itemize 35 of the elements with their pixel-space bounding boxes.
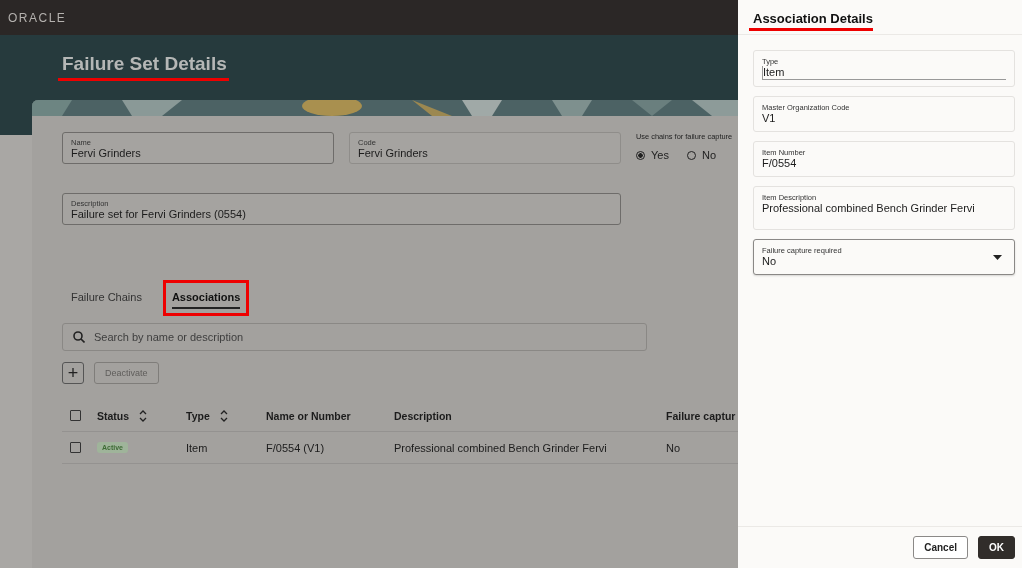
sort-icon — [219, 409, 228, 422]
drawer-title: Association Details — [749, 11, 873, 31]
table-cell: No — [666, 441, 681, 454]
field-value: Fervi Grinders — [358, 147, 429, 160]
column-header[interactable]: Failure captur — [666, 409, 738, 422]
field-value: Fervi Grinders — [71, 147, 142, 160]
radio-button[interactable] — [636, 150, 645, 160]
add-button[interactable]: + — [62, 362, 84, 384]
checkbox[interactable] — [70, 442, 81, 453]
radio-label: Yes — [651, 149, 669, 161]
page-title: Failure Set Details — [58, 53, 229, 81]
field-value: Failure set for Fervi Grinders (0554) — [71, 208, 247, 221]
column-header[interactable]: Type — [186, 409, 266, 422]
tab[interactable]: Associations — [171, 287, 241, 309]
field-value: Item — [762, 66, 1006, 80]
cancel-button[interactable]: Cancel — [913, 536, 968, 559]
table-cell: Item — [186, 441, 208, 454]
table-cell: F/0554 (V1) — [266, 441, 325, 454]
column-header[interactable]: Description — [394, 409, 666, 422]
field-value: V1 — [762, 112, 777, 125]
field-value: Professional combined Bench Grinder Fervi — [762, 202, 976, 215]
field-value: No — [762, 255, 778, 268]
brand-logo: ORACLE — [8, 10, 67, 25]
sort-icon — [139, 409, 148, 422]
column-header[interactable]: Status — [97, 409, 186, 422]
search-icon — [73, 331, 85, 343]
tab[interactable]: Failure Chains — [71, 287, 142, 309]
column-header[interactable]: Name or Number — [266, 409, 394, 422]
table-cell: Professional combined Bench Grinder Fervi — [394, 441, 607, 454]
caret-icon — [993, 254, 1002, 260]
checkbox[interactable] — [70, 410, 81, 421]
radio-label: No — [701, 149, 716, 161]
search-field[interactable]: Search by name or description — [62, 323, 647, 351]
ok-button[interactable]: OK — [978, 536, 1015, 559]
field-value: F/0554 — [762, 157, 798, 170]
